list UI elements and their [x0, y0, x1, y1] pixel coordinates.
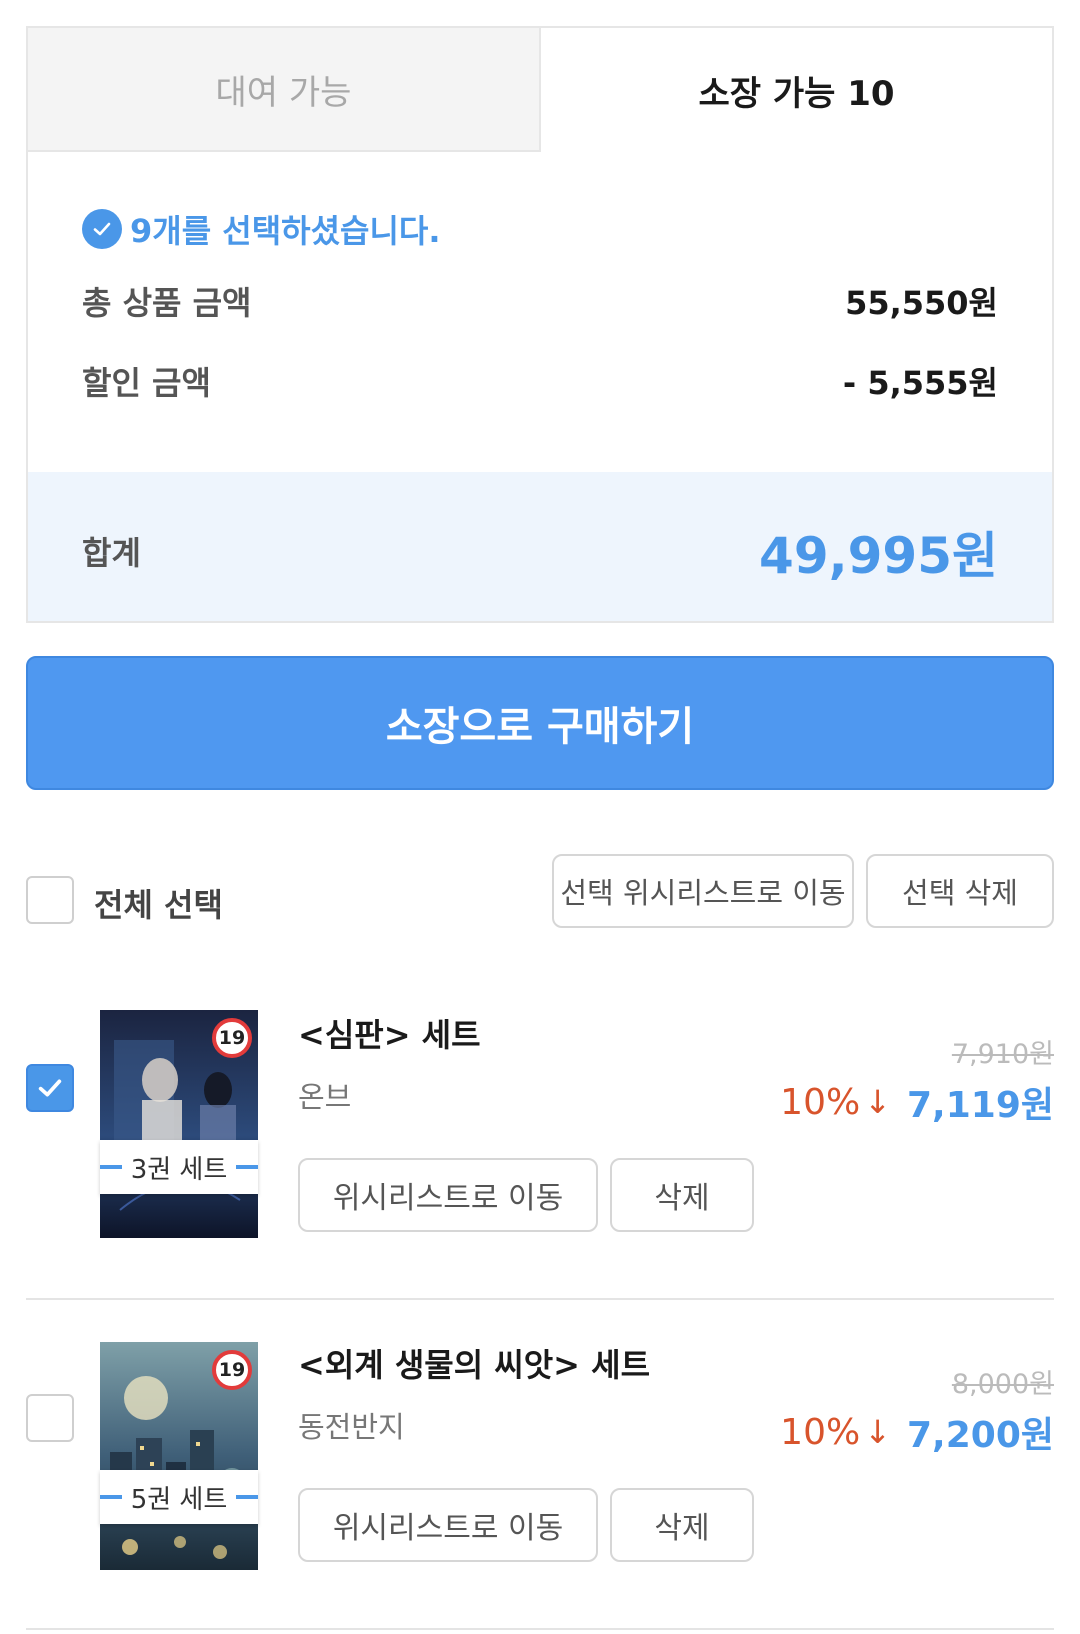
selection-status: 9개를 선택하셨습니다. [82, 206, 441, 252]
move-to-wishlist-button[interactable]: 위시리스트로 이동 [298, 1488, 598, 1562]
tab-own[interactable]: 소장 가능 10 [539, 26, 1054, 152]
buy-own-button[interactable]: 소장으로 구매하기 [26, 656, 1054, 790]
select-all-checkbox[interactable] [26, 876, 74, 924]
discount-rate: 10% [780, 1081, 861, 1123]
tab-rent[interactable]: 대여 가능 [26, 26, 539, 152]
item-author: 온브 [298, 1080, 352, 1114]
tab-rent-label: 대여 가능 [215, 72, 352, 113]
price-summary: 9개를 선택하셨습니다. 총 상품 금액 55,550원 할인 금액 - 5,5… [26, 150, 1054, 623]
item-checkbox[interactable] [26, 1394, 74, 1442]
check-circle-icon [82, 209, 122, 249]
tab-own-label: 소장 가능 10 [698, 73, 895, 114]
delete-item-button[interactable]: 삭제 [610, 1488, 754, 1562]
checkmark-icon [38, 1079, 62, 1097]
final-price: 7,119원 [907, 1085, 1054, 1126]
discount-value: - 5,555원 [842, 364, 998, 402]
total-price-row: 총 상품 금액 55,550원 [82, 278, 998, 324]
cart-page: 대여 가능 소장 가능 10 9개를 선택하셨습니다. 총 상품 금액 55,5… [0, 0, 1080, 1634]
sum-label: 합계 [82, 534, 141, 572]
divider [26, 1628, 1054, 1630]
move-selected-to-wishlist-button[interactable]: 선택 위시리스트로 이동 [552, 854, 854, 928]
item-title[interactable]: <외계 생물의 씨앗> 세트 [298, 1340, 650, 1386]
book-cover[interactable]: 19 [100, 1010, 258, 1238]
cart-item: 19 5권 세트 <외계 생물의 씨앗> 세트 동전반지 8,000원 10% … [26, 1340, 1054, 1570]
arrow-down-icon: ↓ [864, 1083, 891, 1121]
purchase-type-tabs: 대여 가능 소장 가능 10 [26, 26, 1054, 152]
item-title[interactable]: <심판> 세트 [298, 1010, 481, 1056]
delete-item-button[interactable]: 삭제 [610, 1158, 754, 1232]
final-price: 7,200원 [907, 1415, 1054, 1456]
price-line: 10% ↓ 7,200원 [780, 1406, 1054, 1458]
original-price: 7,910원 [951, 1039, 1054, 1070]
delete-selected-button[interactable]: 선택 삭제 [866, 854, 1054, 928]
sum-row: 합계 49,995원 [28, 472, 1052, 621]
move-to-wishlist-button[interactable]: 위시리스트로 이동 [298, 1158, 598, 1232]
select-bar: 전체 선택 선택 위시리스트로 이동 선택 삭제 [26, 854, 1054, 934]
discount-label: 할인 금액 [82, 364, 211, 402]
discount-rate: 10% [780, 1411, 861, 1453]
set-count-badge: 3권 세트 [100, 1140, 258, 1194]
item-checkbox[interactable] [26, 1064, 74, 1112]
original-price: 8,000원 [951, 1369, 1054, 1400]
item-author: 동전반지 [298, 1410, 405, 1444]
divider [26, 1298, 1054, 1300]
select-all-label: 전체 선택 [94, 886, 223, 924]
arrow-down-icon: ↓ [864, 1413, 891, 1451]
book-cover[interactable]: 19 [100, 1342, 258, 1570]
cart-item: 19 3권 세트 <심판> 세트 온브 7,910원 10% ↓ 7,119원 … [26, 1010, 1054, 1240]
price-line: 10% ↓ 7,119원 [780, 1076, 1054, 1128]
total-price-label: 총 상품 금액 [82, 284, 252, 322]
discount-row: 할인 금액 - 5,555원 [82, 358, 998, 404]
total-price-value: 55,550원 [845, 284, 998, 322]
sum-value: 49,995원 [759, 527, 998, 585]
age-rating-badge: 19 [212, 1350, 252, 1390]
set-count-badge: 5권 세트 [100, 1470, 258, 1524]
age-rating-badge: 19 [212, 1018, 252, 1058]
selection-status-text: 9개를 선택하셨습니다. [130, 212, 441, 250]
